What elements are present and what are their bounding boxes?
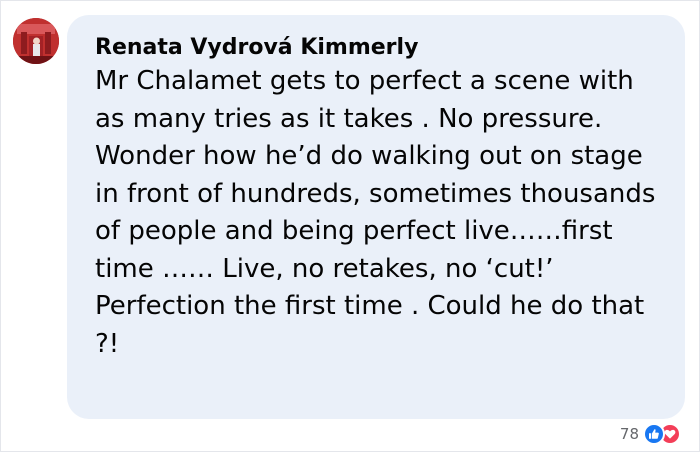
comment-author[interactable]: Renata Vydrová Kimmerly: [95, 35, 657, 61]
comment-text: Mr Chalamet gets to perfect a scene with…: [95, 63, 657, 363]
comment-bubble: Renata Vydrová Kimmerly Mr Chalamet gets…: [67, 15, 685, 419]
comment-paragraph: Mr Chalamet gets to perfect a scene with…: [95, 66, 634, 134]
comment-paragraph: Wonder how he’d do walking out on stage …: [95, 141, 656, 359]
reactions-summary[interactable]: 78: [620, 422, 681, 446]
reaction-count: 78: [619, 425, 639, 443]
avatar-photo-icon: [13, 18, 59, 64]
avatar[interactable]: [13, 18, 59, 64]
like-icon: [643, 423, 665, 445]
comment-card: Renata Vydrová Kimmerly Mr Chalamet gets…: [0, 0, 700, 452]
